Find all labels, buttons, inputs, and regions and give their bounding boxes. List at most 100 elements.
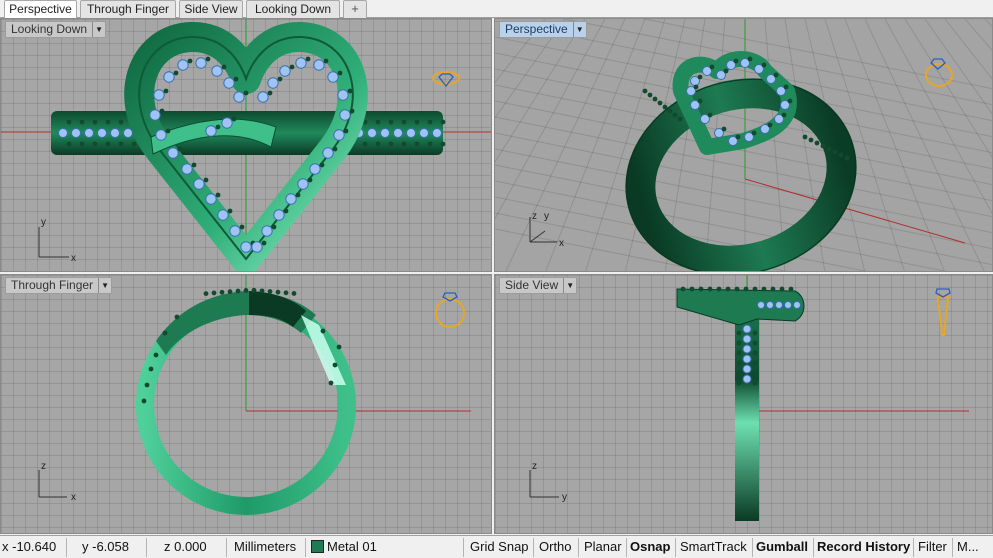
viewport-looking-down[interactable]: Looking Down ▼ y x bbox=[0, 18, 492, 272]
prong-bead bbox=[275, 289, 281, 295]
gem-stone bbox=[163, 71, 175, 83]
chevron-down-icon[interactable]: ▼ bbox=[92, 22, 105, 37]
prong-bead bbox=[734, 286, 740, 292]
prong-bead bbox=[319, 162, 325, 168]
gem-stone bbox=[757, 301, 765, 309]
prong-bead bbox=[725, 286, 731, 292]
prong-bead bbox=[243, 90, 249, 96]
prong-bead bbox=[751, 130, 757, 136]
prong-bead bbox=[219, 289, 225, 295]
prong-bead bbox=[826, 146, 832, 152]
prong-bead bbox=[105, 119, 111, 125]
gem-stone bbox=[205, 125, 217, 137]
prong-bead bbox=[336, 344, 342, 350]
prong-bead bbox=[736, 370, 742, 376]
add-tab-icon[interactable]: + bbox=[343, 0, 367, 18]
prong-bead bbox=[328, 380, 334, 386]
prong-bead bbox=[414, 141, 420, 147]
osnap-toggle[interactable]: Osnap bbox=[626, 538, 674, 557]
ring-top-render: y x bbox=[1, 19, 491, 271]
viewport-label-perspective[interactable]: Perspective ▼ bbox=[499, 21, 587, 38]
gem-stone bbox=[742, 364, 752, 374]
prong-bead bbox=[271, 224, 277, 230]
viewport-label-side-view[interactable]: Side View ▼ bbox=[499, 277, 578, 294]
smarttrack-toggle[interactable]: SmartTrack bbox=[676, 538, 751, 557]
planar-toggle[interactable]: Planar bbox=[580, 538, 626, 557]
gumball-toggle[interactable]: Gumball bbox=[752, 538, 812, 557]
coord-x-readout: x -10.640 bbox=[2, 539, 57, 554]
ortho-toggle[interactable]: Ortho bbox=[535, 538, 576, 557]
prong-bead bbox=[642, 88, 648, 94]
viewport-title: Side View bbox=[505, 278, 559, 292]
prong-bead bbox=[162, 330, 168, 336]
tab-side-view[interactable]: Side View bbox=[179, 0, 243, 18]
prong-bead bbox=[802, 134, 808, 140]
gem-stone bbox=[240, 241, 252, 253]
prong-bead bbox=[215, 124, 221, 130]
chevron-down-icon[interactable]: ▼ bbox=[572, 22, 586, 37]
record-history-toggle[interactable]: Record History bbox=[813, 538, 914, 557]
viewport-side-view[interactable]: Side View ▼ z y bbox=[494, 274, 993, 534]
prong-bead bbox=[752, 370, 758, 376]
tab-perspective[interactable]: Perspective bbox=[4, 0, 77, 19]
prong-bead bbox=[693, 84, 699, 90]
prong-bead bbox=[205, 56, 211, 62]
prong-bead bbox=[723, 68, 729, 74]
gem-stone bbox=[211, 65, 223, 77]
prong-bead bbox=[320, 328, 326, 334]
gem-stone bbox=[333, 129, 345, 141]
prong-bead bbox=[221, 64, 227, 70]
prong-bead bbox=[781, 112, 787, 118]
viewport-label-through-finger[interactable]: Through Finger ▼ bbox=[5, 277, 113, 294]
prong-bead bbox=[733, 58, 739, 64]
axis-label-y: y bbox=[41, 217, 46, 228]
prong-bead bbox=[211, 290, 217, 296]
chevron-down-icon[interactable]: ▼ bbox=[563, 278, 576, 293]
prong-bead bbox=[697, 98, 703, 104]
prong-bead bbox=[427, 119, 433, 125]
ring-side-icon bbox=[935, 288, 951, 336]
prong-bead bbox=[707, 112, 713, 118]
units-button[interactable]: Millimeters bbox=[230, 538, 300, 557]
layer-button[interactable]: Metal 01 bbox=[307, 538, 381, 557]
viewport-title: Through Finger bbox=[11, 278, 94, 292]
prong-bead bbox=[736, 330, 742, 336]
prong-bead bbox=[66, 141, 72, 147]
prong-bead bbox=[697, 74, 703, 80]
prong-bead bbox=[761, 62, 767, 68]
prong-bead bbox=[440, 119, 446, 125]
prong-bead bbox=[191, 162, 197, 168]
viewport-perspective[interactable]: Perspective ▼ z y x bbox=[494, 18, 993, 272]
gem-stone bbox=[177, 59, 189, 71]
prong-bead bbox=[174, 314, 180, 320]
prong-bead bbox=[267, 289, 273, 294]
grid-snap-toggle[interactable]: Grid Snap bbox=[466, 538, 533, 557]
gem-stone bbox=[784, 301, 792, 309]
tab-looking-down[interactable]: Looking Down bbox=[246, 0, 340, 18]
axis-indicator bbox=[529, 470, 559, 498]
prong-bead bbox=[844, 155, 850, 161]
prong-bead bbox=[752, 350, 758, 356]
prong-bead bbox=[66, 119, 72, 125]
gem-stone bbox=[110, 128, 120, 138]
prong-bead bbox=[779, 286, 785, 292]
prong-bead bbox=[767, 122, 773, 128]
axis-indicator bbox=[38, 227, 69, 258]
gem-stone bbox=[58, 128, 68, 138]
prong-bead bbox=[736, 360, 742, 366]
gem-stone bbox=[205, 193, 217, 205]
prong-bead bbox=[79, 119, 85, 125]
gem-stone bbox=[261, 225, 273, 237]
viewport-through-finger[interactable]: Through Finger ▼ z x bbox=[0, 274, 492, 534]
prong-bead bbox=[305, 56, 311, 62]
prong-bead bbox=[203, 177, 209, 183]
filter-button[interactable]: Filter bbox=[914, 538, 951, 557]
viewport-label-looking-down[interactable]: Looking Down ▼ bbox=[5, 21, 107, 38]
gem-stone bbox=[380, 128, 390, 138]
prong-bead bbox=[277, 76, 283, 82]
more-button[interactable]: M... bbox=[953, 538, 983, 557]
chevron-down-icon[interactable]: ▼ bbox=[98, 278, 111, 293]
tab-through-finger[interactable]: Through Finger bbox=[80, 0, 176, 18]
prong-bead bbox=[173, 70, 179, 76]
gem-stone bbox=[309, 163, 321, 175]
